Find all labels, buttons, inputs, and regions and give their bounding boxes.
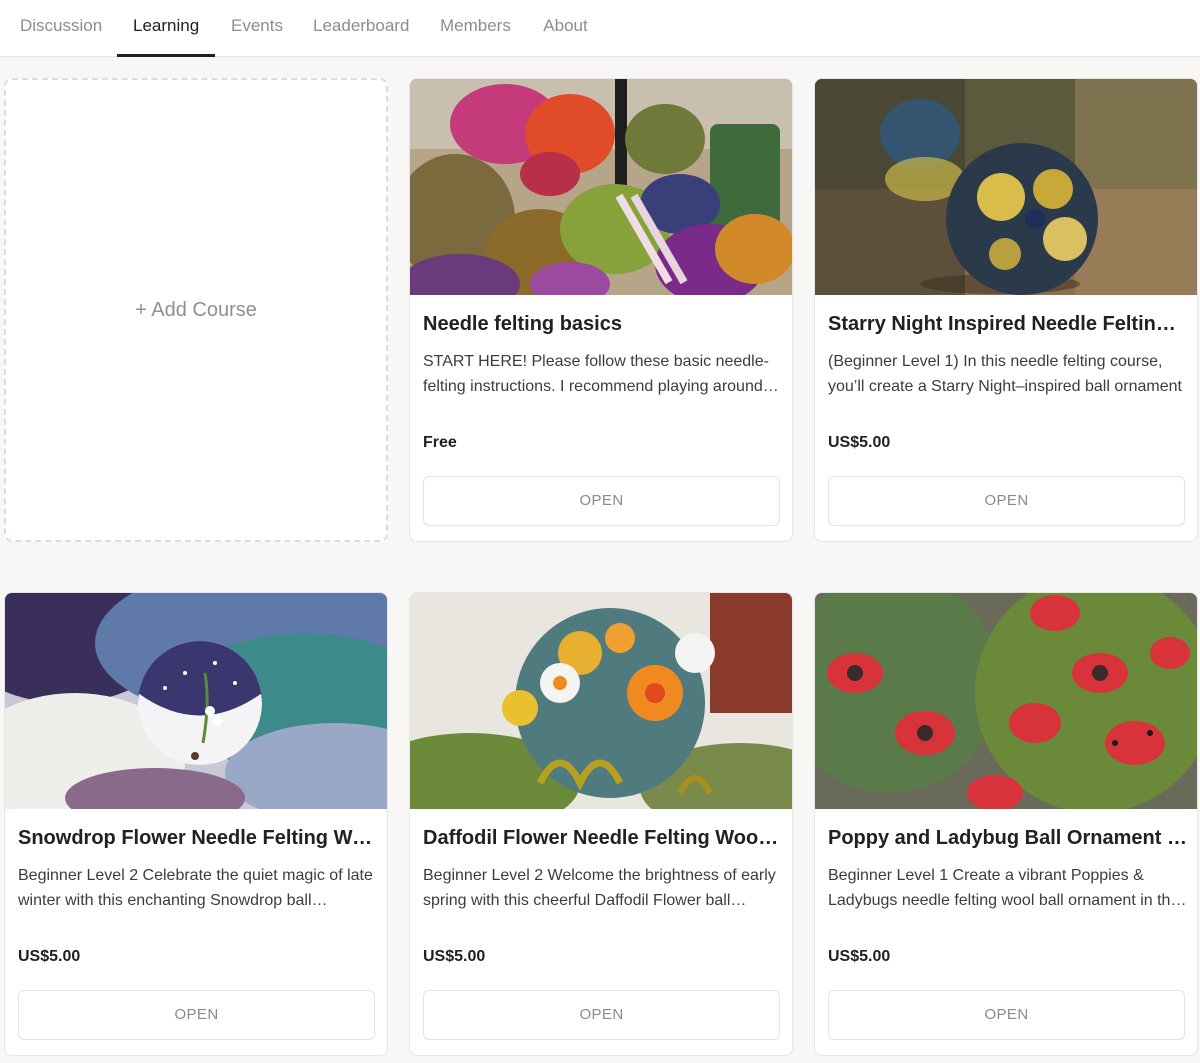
course-card[interactable]: Snowdrop Flower Needle Felting Wool Ball… (4, 592, 388, 1056)
tab-about[interactable]: About (543, 0, 588, 57)
course-card[interactable]: Starry Night Inspired Needle Felting Cou… (814, 78, 1198, 542)
course-price: US$5.00 (423, 948, 486, 965)
course-title[interactable]: Daffodil Flower Needle Felting Wool Ball (423, 827, 783, 850)
add-course-label: + Add Course (135, 298, 257, 321)
course-price: US$5.00 (18, 948, 81, 965)
open-course-button[interactable]: OPEN (828, 476, 1185, 526)
course-thumbnail[interactable] (410, 79, 792, 295)
course-description: START HERE! Please follow these basic ne… (423, 353, 769, 395)
course-title[interactable]: Starry Night Inspired Needle Felting Cou… (828, 313, 1188, 336)
course-description: Beginner Level 2 Celebrate the quiet mag… (18, 867, 373, 909)
open-course-button[interactable]: OPEN (828, 990, 1185, 1040)
course-thumbnail[interactable] (815, 593, 1197, 809)
course-price: US$5.00 (828, 434, 891, 451)
course-title[interactable]: Needle felting basics (423, 313, 783, 336)
tab-discussion[interactable]: Discussion (20, 0, 102, 57)
course-card[interactable]: Needle felting basics START HERE! Please… (409, 78, 793, 542)
course-thumbnail[interactable] (5, 593, 387, 809)
course-card[interactable]: Daffodil Flower Needle Felting Wool Ball… (409, 592, 793, 1056)
open-course-button[interactable]: OPEN (18, 990, 375, 1040)
open-course-button[interactable]: OPEN (423, 990, 780, 1040)
tab-members[interactable]: Members (440, 0, 511, 57)
top-nav: Discussion Learning Events Leaderboard M… (0, 0, 1200, 57)
course-price: Free (423, 434, 457, 451)
course-thumbnail[interactable] (815, 79, 1197, 295)
tab-events[interactable]: Events (231, 0, 283, 57)
add-course-card[interactable]: + Add Course (4, 78, 388, 542)
course-thumbnail[interactable] (410, 593, 792, 809)
course-title[interactable]: Poppy and Ladybug Ball Ornament - Beginn… (828, 827, 1188, 850)
course-title[interactable]: Snowdrop Flower Needle Felting Wool Ball (18, 827, 378, 850)
tab-learning[interactable]: Learning (117, 0, 215, 57)
course-description: Beginner Level 2 Welcome the brightness … (423, 867, 776, 909)
course-description: Beginner Level 1 Create a vibrant Poppie… (828, 867, 1183, 909)
tab-leaderboard[interactable]: Leaderboard (313, 0, 409, 57)
course-price: US$5.00 (828, 948, 891, 965)
open-course-button[interactable]: OPEN (423, 476, 780, 526)
course-description: (Beginner Level 1) In this needle feltin… (828, 353, 1182, 395)
course-card[interactable]: Poppy and Ladybug Ball Ornament - Beginn… (814, 592, 1198, 1056)
